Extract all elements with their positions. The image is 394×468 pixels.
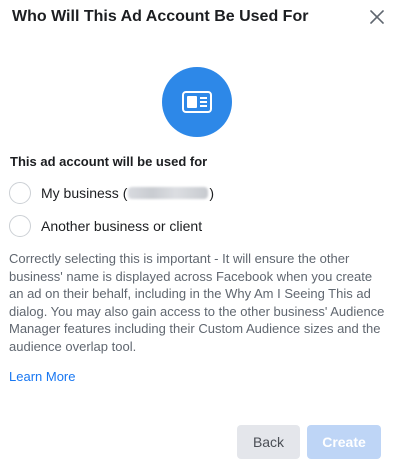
dialog-title: Who Will This Ad Account Be Used For xyxy=(12,8,309,25)
another-business-label: Another business or client xyxy=(41,218,203,234)
my-business-radio[interactable] xyxy=(9,182,31,204)
usage-description: Correctly selecting this is important - … xyxy=(9,251,385,354)
learn-more-link[interactable]: Learn More xyxy=(9,369,75,384)
ad-account-hero-badge xyxy=(162,67,232,137)
my-business-label: My business () xyxy=(41,185,214,201)
another-business-radio[interactable] xyxy=(9,215,31,237)
redacted-business-name xyxy=(128,187,209,199)
my-business-label-prefix: My business ( xyxy=(41,185,128,201)
close-icon xyxy=(370,10,384,24)
ad-account-card-icon xyxy=(182,91,212,113)
create-button[interactable]: Create xyxy=(307,425,381,459)
close-button[interactable] xyxy=(366,6,388,28)
back-button[interactable]: Back xyxy=(237,425,300,459)
ad-account-usage-dialog: Who Will This Ad Account Be Used For Thi… xyxy=(0,0,394,468)
usage-section-label: This ad account will be used for xyxy=(10,154,208,169)
option-my-business[interactable]: My business () xyxy=(9,181,214,205)
option-another-business[interactable]: Another business or client xyxy=(9,214,202,238)
dialog-header: Who Will This Ad Account Be Used For xyxy=(0,0,394,40)
my-business-label-suffix: ) xyxy=(209,185,215,201)
